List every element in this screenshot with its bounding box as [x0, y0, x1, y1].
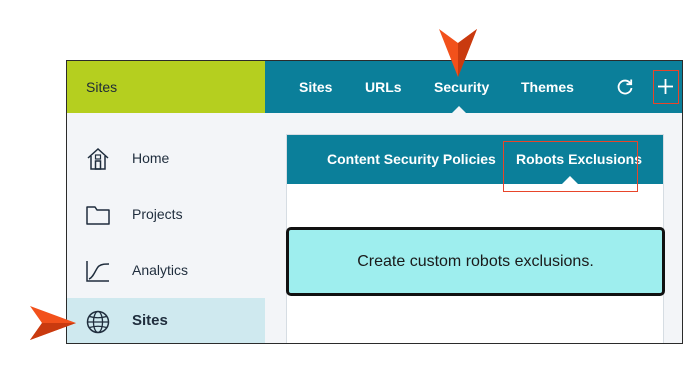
sidebar-item-label: Sites: [132, 312, 168, 329]
sidebar-item-home[interactable]: Home: [67, 135, 265, 181]
sidebar-item-analytics[interactable]: Analytics: [67, 247, 265, 293]
panel-tab-bar: Content Security Policies Robots Exclusi…: [287, 135, 663, 184]
active-tab-caret: [452, 106, 466, 113]
nav-tab-urls[interactable]: URLs: [365, 61, 402, 113]
add-button[interactable]: [653, 70, 679, 104]
plus-icon: [658, 79, 673, 94]
pointer-arrow-icon: [30, 306, 76, 340]
sidebar-item-label: Home: [132, 150, 170, 166]
callout-box: Create custom robots exclusions.: [286, 227, 665, 296]
tab-robots-exclusions[interactable]: Robots Exclusions: [516, 135, 642, 184]
app-window: Sites Sites URLs Security Themes Home Pr…: [66, 60, 683, 344]
tab-content-security-policies[interactable]: Content Security Policies: [327, 135, 496, 184]
active-tab-caret: [562, 176, 578, 184]
nav-tab-sites[interactable]: Sites: [299, 61, 332, 113]
sidebar-item-projects[interactable]: Projects: [67, 191, 265, 237]
sidebar: Home Projects Analytics Sites: [67, 113, 265, 343]
nav-tab-themes[interactable]: Themes: [521, 61, 574, 113]
sidebar-item-sites[interactable]: Sites: [67, 298, 265, 343]
sidebar-item-label: Projects: [132, 206, 183, 222]
sidebar-item-label: Analytics: [132, 262, 189, 278]
brand-title: Sites: [67, 61, 265, 113]
pointer-arrow-icon: [439, 29, 477, 77]
refresh-icon[interactable]: [615, 77, 635, 97]
home-icon: [87, 147, 109, 170]
analytics-icon: [86, 261, 110, 282]
globe-icon: [86, 310, 110, 334]
folder-icon: [86, 206, 110, 225]
